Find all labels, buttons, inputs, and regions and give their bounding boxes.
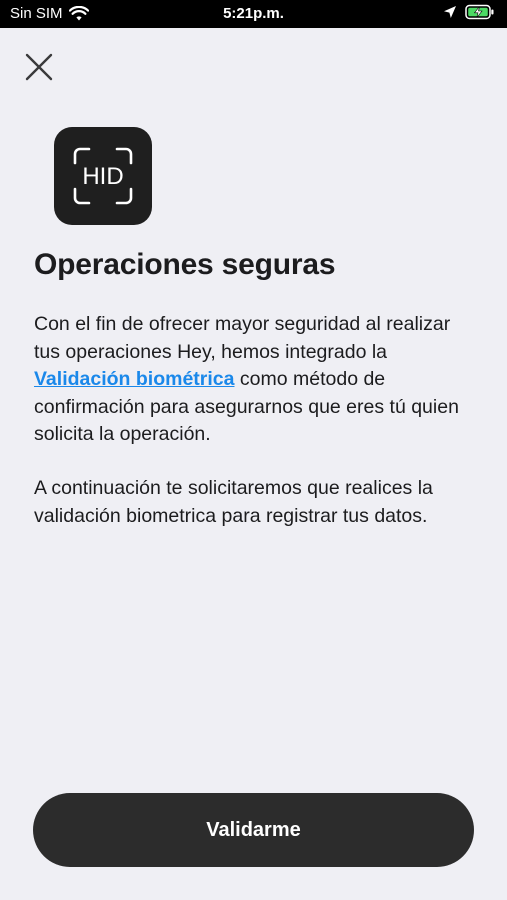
location-arrow-icon (444, 6, 456, 18)
page-title: Operaciones seguras (34, 248, 336, 281)
hid-label: HID (82, 163, 123, 190)
status-time: 5:21p.m. (223, 5, 284, 22)
instruction-paragraph: A continuación te solicitaremos que real… (34, 477, 433, 527)
status-bar: Sin SIM 5:21p.m. (0, 0, 507, 28)
intro-paragraph: Con el fin de ofrecer mayor seguridad al… (34, 311, 479, 449)
face-scan-frame-icon: HID (73, 147, 133, 205)
status-right-group (443, 4, 495, 20)
close-button[interactable] (22, 50, 56, 84)
close-icon (25, 53, 53, 81)
hid-app-icon: HID (54, 127, 152, 225)
intro-text-before: Con el fin de ofrecer mayor seguridad al… (34, 313, 451, 363)
battery-charging-icon (465, 4, 494, 20)
biometric-validation-link[interactable]: Validación biométrica (34, 368, 234, 390)
validate-button[interactable]: Validarme (33, 793, 474, 867)
